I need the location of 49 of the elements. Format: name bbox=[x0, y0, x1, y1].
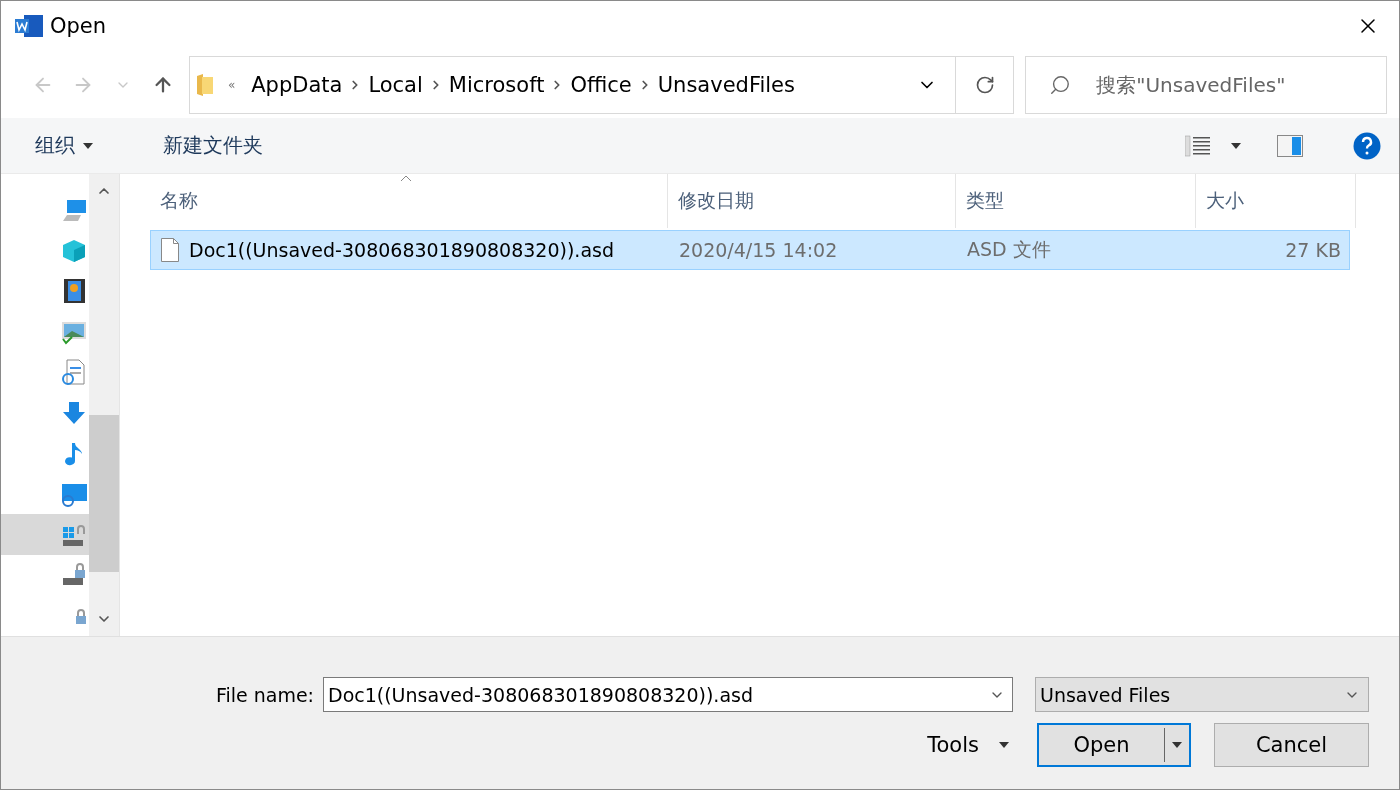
refresh-icon bbox=[974, 74, 995, 95]
cube-icon bbox=[61, 237, 87, 264]
folder-icon bbox=[195, 72, 214, 97]
file-name-field[interactable]: Doc1((Unsaved-308068301890808320)).asd bbox=[323, 677, 1013, 712]
refresh-button[interactable] bbox=[956, 55, 1015, 114]
help-icon[interactable] bbox=[1353, 131, 1381, 160]
computer-icon bbox=[61, 197, 87, 224]
file-row[interactable]: Doc1((Unsaved-308068301890808320)).asd 2020/4/15 14:02 ASD 文件 27 KB bbox=[150, 230, 1350, 270]
overflow-chevron[interactable]: « bbox=[227, 77, 236, 92]
sort-ascending-icon bbox=[400, 174, 412, 182]
column-header[interactable]: 类型 bbox=[956, 174, 1196, 228]
lock-icon bbox=[75, 607, 87, 624]
breadcrumb-item[interactable]: UnsavedFiles bbox=[651, 72, 801, 97]
search-icon bbox=[1049, 73, 1072, 96]
cancel-button[interactable]: Cancel bbox=[1214, 723, 1369, 767]
word-logo-icon bbox=[14, 14, 44, 38]
breadcrumb-item[interactable]: Local bbox=[362, 72, 429, 97]
column-header[interactable]: 大小 bbox=[1196, 174, 1356, 228]
preview-pane-icon[interactable] bbox=[1277, 134, 1303, 157]
file-name-label: File name: bbox=[215, 683, 314, 706]
download-arrow-icon bbox=[61, 400, 87, 426]
caret-icon bbox=[1231, 142, 1241, 149]
file-type-dropdown[interactable]: Unsaved Files bbox=[1035, 677, 1369, 712]
organize-menu[interactable]: 组织 bbox=[21, 126, 107, 165]
search-field[interactable]: 搜索"UnsavedFiles" bbox=[1025, 55, 1387, 114]
film-icon bbox=[61, 278, 87, 305]
details-view-icon[interactable] bbox=[1185, 134, 1211, 157]
address-bar[interactable]: « AppData Local Microsoft Office UnsavedFiles bbox=[188, 55, 957, 114]
caret-icon bbox=[83, 142, 93, 149]
monitor-sync-icon bbox=[61, 481, 87, 508]
file-type: ASD 文件 bbox=[966, 237, 1052, 262]
file-type-value: Unsaved Files bbox=[1040, 683, 1171, 706]
breadcrumb-item[interactable]: Office bbox=[564, 72, 638, 97]
window-title: Open bbox=[50, 14, 108, 38]
column-header[interactable]: 修改日期 bbox=[668, 174, 956, 228]
breadcrumb-item[interactable]: Microsoft bbox=[442, 72, 551, 97]
breadcrumb-item[interactable]: AppData bbox=[245, 72, 349, 97]
tools-menu[interactable]: Tools bbox=[927, 733, 1009, 757]
column-header[interactable]: 名称 bbox=[150, 174, 668, 228]
scrollbar[interactable] bbox=[89, 174, 119, 636]
file-icon bbox=[161, 238, 179, 262]
scroll-thumb[interactable] bbox=[89, 415, 119, 572]
new-folder-button[interactable]: 新建文件夹 bbox=[149, 126, 277, 165]
modified-date: 2020/4/15 14:02 bbox=[678, 239, 839, 261]
caret-icon bbox=[999, 742, 1009, 748]
caret-icon bbox=[1172, 742, 1182, 748]
file-name: Doc1((Unsaved-308068301890808320)).asd bbox=[189, 239, 614, 261]
file-size: 27 KB bbox=[1284, 239, 1342, 261]
document-sync-icon bbox=[61, 359, 87, 386]
